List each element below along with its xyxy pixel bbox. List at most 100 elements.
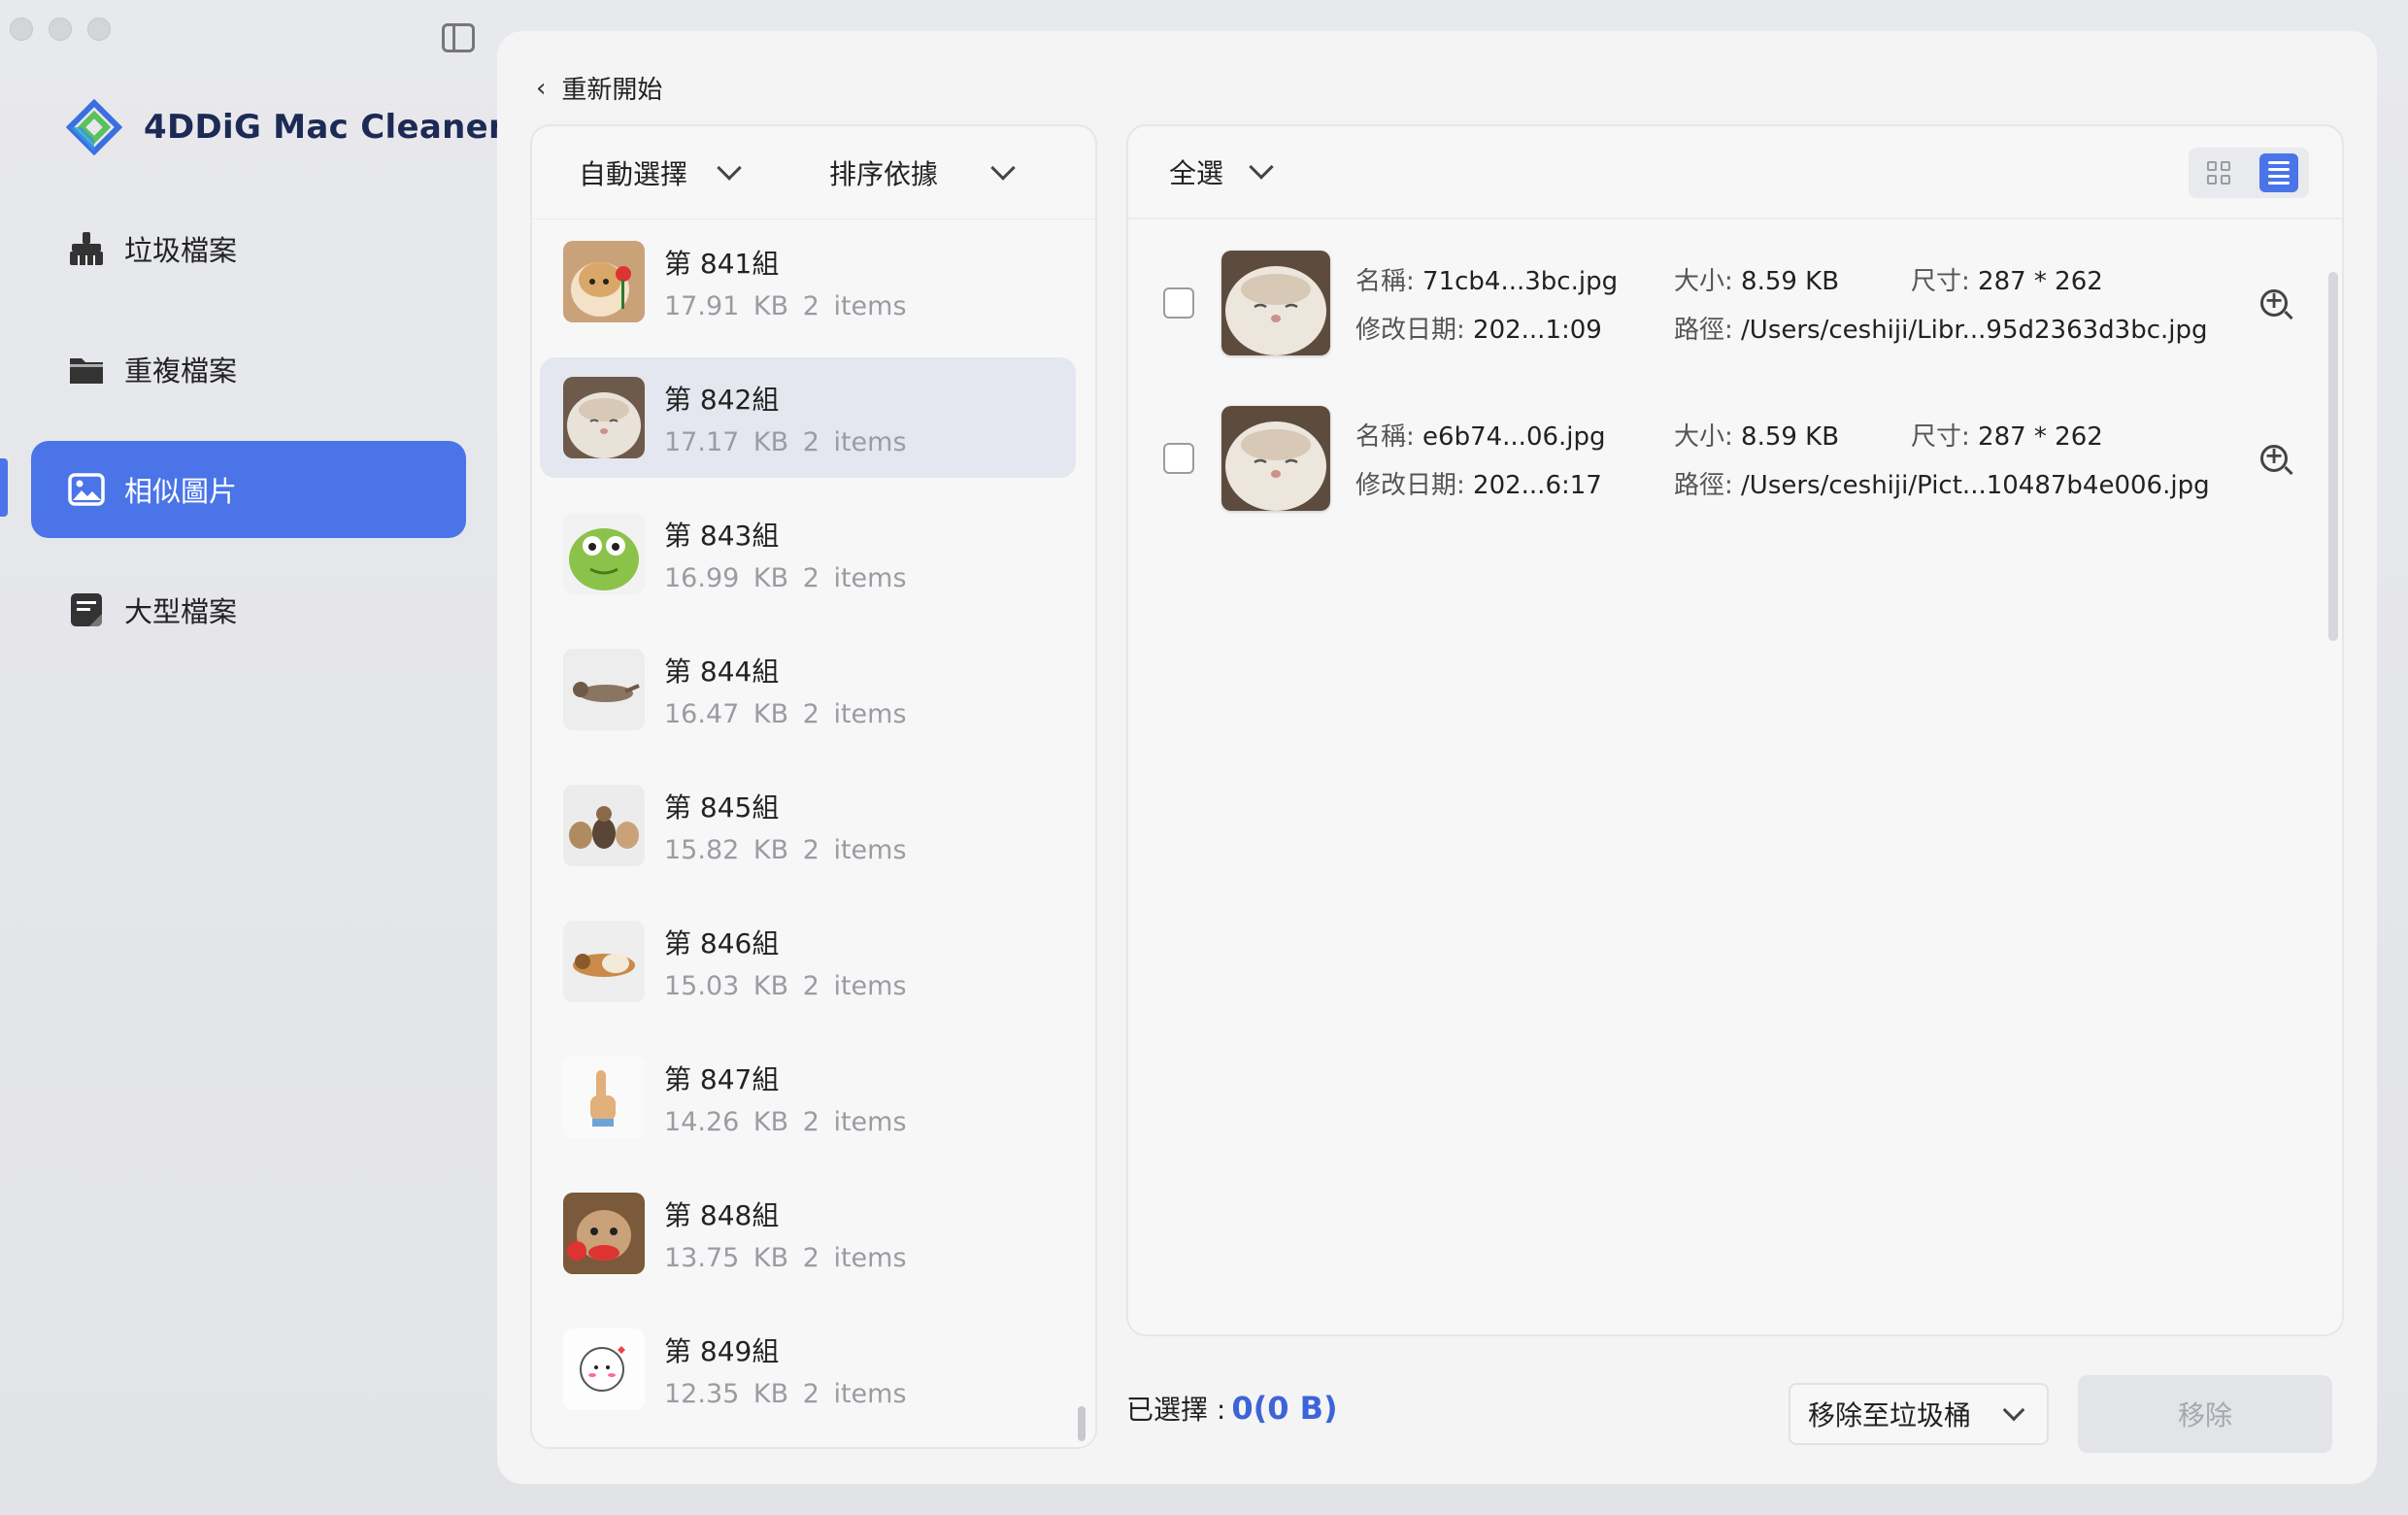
file-thumbnail (1221, 251, 1330, 355)
list-item[interactable]: 第 845組 15.82 KB 2 items (540, 765, 1076, 886)
app-name: 4DDiG Mac Cleaner (144, 108, 506, 147)
list-item[interactable]: 第 842組 17.17 KB 2 items (540, 357, 1076, 478)
file-checkbox[interactable] (1163, 287, 1194, 319)
sidebar-toggle-icon[interactable] (442, 23, 475, 52)
sidebar-item-junk-files[interactable]: 垃圾檔案 (31, 200, 466, 297)
sidebar-item-label: 相似圖片 (124, 475, 238, 508)
file-name: e6b74...06.jpg (1422, 421, 1606, 452)
file-detail-header: 全選 (1128, 126, 2342, 219)
file-info: 名稱: 71cb4...3bc.jpg 大小: 8.59 KB 尺寸: 287 … (1355, 254, 2208, 352)
date-label: 修改日期: (1355, 315, 1465, 345)
file-date: 202...1:09 (1473, 315, 1602, 345)
remove-action-dropdown[interactable]: 移除至垃圾桶 (1789, 1383, 2049, 1445)
group-title: 第 841組 (664, 247, 780, 280)
image-icon (68, 473, 105, 506)
path-label: 路徑: (1674, 470, 1733, 500)
group-count: 2 items (802, 1378, 907, 1409)
group-thumbnail (563, 1057, 645, 1138)
file-checkbox[interactable] (1163, 443, 1194, 474)
list-item[interactable]: 第 847組 14.26 KB 2 items (540, 1037, 1076, 1158)
group-title: 第 843組 (664, 519, 780, 552)
group-size: 16.99 KB (664, 562, 789, 593)
zoom-in-icon[interactable] (2260, 286, 2288, 317)
group-title: 第 842組 (664, 383, 780, 416)
close-window-button[interactable] (10, 17, 33, 41)
path-label: 路徑: (1674, 315, 1733, 345)
group-thumbnail (563, 377, 645, 458)
group-thumbnail (563, 1329, 645, 1410)
view-toggle (2189, 148, 2309, 198)
chevron-down-icon (1249, 154, 1274, 180)
file-row: 名稱: e6b74...06.jpg 大小: 8.59 KB 尺寸: 287 *… (1128, 400, 2342, 517)
file-date: 202...6:17 (1473, 470, 1602, 500)
group-count: 2 items (802, 1242, 907, 1273)
group-thumbnail (563, 241, 645, 322)
sidebar-item-large-files[interactable]: 大型檔案 (31, 561, 466, 658)
minimize-window-button[interactable] (49, 17, 72, 41)
remove-button[interactable]: 移除 (2078, 1375, 2332, 1453)
sidebar-item-duplicate-files[interactable]: 重複檔案 (31, 320, 466, 418)
restart-button[interactable]: ‹ 重新開始 (536, 70, 662, 106)
list-item[interactable]: 第 841組 17.91 KB 2 items (540, 221, 1076, 342)
group-count: 2 items (802, 562, 907, 593)
chevron-left-icon: ‹ (536, 73, 547, 103)
group-count: 2 items (802, 426, 907, 457)
file-size: 8.59 KB (1741, 421, 1840, 452)
list-item[interactable]: 第 843組 16.99 KB 2 items (540, 493, 1076, 614)
selected-count: 0(0 B) (1231, 1390, 1338, 1427)
group-size: 16.47 KB (664, 698, 789, 729)
name-label: 名稱: (1355, 421, 1415, 452)
file-dimension: 287 * 262 (1978, 421, 2103, 452)
file-size: 8.59 KB (1741, 266, 1840, 296)
group-title: 第 846組 (664, 926, 780, 960)
select-all-label: 全選 (1169, 157, 1224, 189)
broom-icon (70, 232, 103, 265)
chevron-down-icon (717, 154, 742, 181)
group-thumbnail (563, 785, 645, 866)
list-view-button[interactable] (2249, 148, 2309, 198)
app-logo-icon (66, 99, 122, 155)
chevron-down-icon (2002, 1398, 2025, 1422)
group-list-scrollbar[interactable] (1078, 1406, 1086, 1441)
sidebar-item-similar-images[interactable]: 相似圖片 (31, 441, 466, 538)
restart-label: 重新開始 (561, 76, 663, 105)
selection-summary: 已選擇 : 0(0 B) (1126, 1389, 1338, 1428)
window-controls (10, 17, 111, 41)
list-item[interactable]: 第 846組 15.03 KB 2 items (540, 901, 1076, 1022)
brand: 4DDiG Mac Cleaner (66, 99, 505, 155)
group-count: 2 items (802, 970, 907, 1001)
list-item[interactable]: 第 849組 12.35 KB 2 items (540, 1309, 1076, 1430)
sort-dropdown[interactable]: 排序依據 (829, 153, 1016, 192)
auto-select-dropdown[interactable]: 自動選擇 (579, 153, 829, 192)
group-size: 17.91 KB (664, 290, 789, 321)
grid-icon (2207, 161, 2230, 185)
dimension-label: 尺寸: (1911, 266, 1970, 296)
select-all-dropdown[interactable]: 全選 (1169, 152, 1274, 191)
file-list-scrollbar[interactable] (2328, 272, 2338, 641)
sidebar-item-label: 重複檔案 (124, 354, 238, 387)
size-label: 大小: (1674, 421, 1733, 452)
list-item[interactable]: 第 844組 16.47 KB 2 items (540, 629, 1076, 750)
dimension-label: 尺寸: (1911, 421, 1970, 452)
main-content: ‹ 重新開始 自動選擇 排序依據 第 841組 17.91 KB 2 items… (497, 31, 2377, 1484)
zoom-window-button[interactable] (87, 17, 111, 41)
group-list: 第 841組 17.91 KB 2 items 第 842組 17.17 KB … (540, 221, 1076, 1445)
grid-view-button[interactable] (2189, 148, 2249, 198)
file-name: 71cb4...3bc.jpg (1422, 266, 1619, 296)
file-path: /Users/ceshiji/Libr...95d2363d3bc.jpg (1741, 315, 2208, 345)
sidebar-item-label: 垃圾檔案 (124, 234, 238, 267)
list-icon (2268, 161, 2290, 185)
list-item[interactable]: 第 848組 13.75 KB 2 items (540, 1173, 1076, 1294)
group-title: 第 847組 (664, 1062, 780, 1095)
app-window: 4DDiG Mac Cleaner 垃圾檔案 重複檔案 相似圖片 大型檔案 ‹ … (0, 0, 2408, 1515)
selected-label: 已選擇 : (1126, 1394, 1226, 1426)
file-row: 名稱: 71cb4...3bc.jpg 大小: 8.59 KB 尺寸: 287 … (1128, 245, 2342, 361)
zoom-in-icon[interactable] (2260, 442, 2288, 472)
name-label: 名稱: (1355, 266, 1415, 296)
size-label: 大小: (1674, 266, 1733, 296)
group-size: 12.35 KB (664, 1378, 789, 1409)
file-info: 名稱: e6b74...06.jpg 大小: 8.59 KB 尺寸: 287 *… (1355, 410, 2210, 507)
group-size: 17.17 KB (664, 426, 789, 457)
chevron-down-icon (990, 154, 1016, 181)
group-count: 2 items (802, 834, 907, 865)
